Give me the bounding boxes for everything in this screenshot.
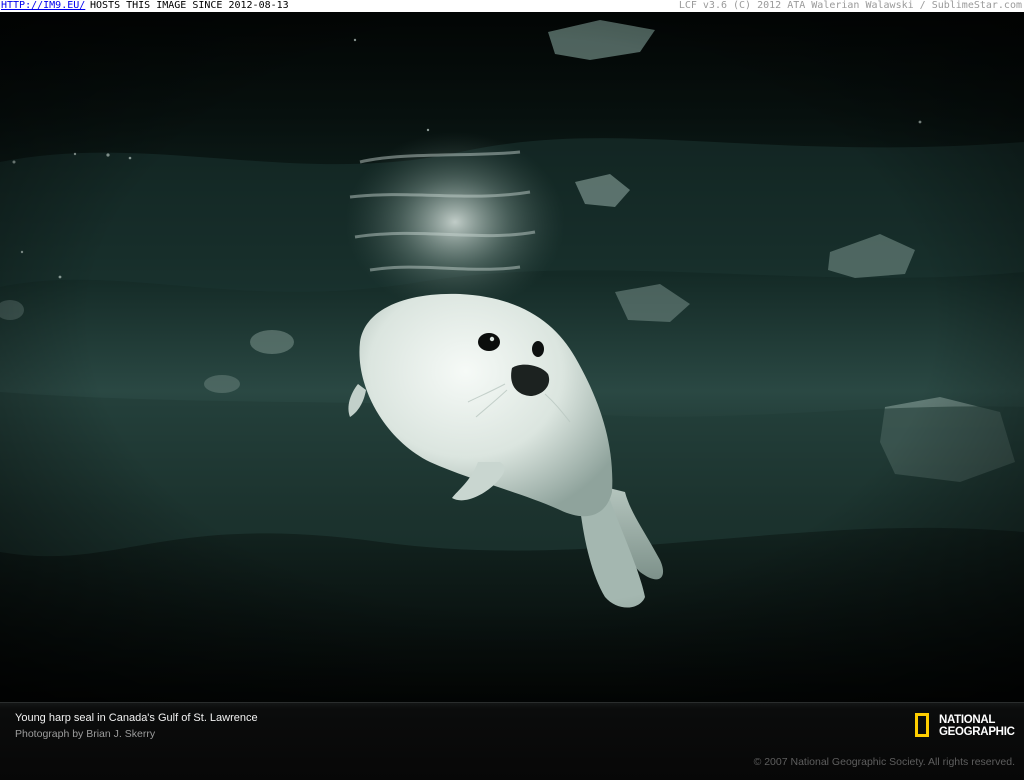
photo-title: Young harp seal in Canada's Gulf of St. … [15,712,258,724]
yellow-frame-icon [915,713,929,737]
software-credit: LCF v3.6 (C) 2012 ATA Walerian Walawski … [678,0,1022,11]
copyright-notice: © 2007 National Geographic Society. All … [753,756,1015,768]
photo-credit: Photograph by Brian J. Skerry [15,728,156,740]
national-geographic-logo: NATIONAL GEOGRAPHIC [914,712,1018,744]
caption-bar: Young harp seal in Canada's Gulf of St. … [0,702,1024,780]
logo-line-geographic: GEOGRAPHIC [939,726,1015,738]
hosting-notice: HOSTS THIS IMAGE SINCE 2012-08-13 [90,0,289,11]
wallpaper-page: HTTP://IM9.EU/ HOSTS THIS IMAGE SINCE 20… [0,0,1024,780]
im9-link[interactable]: HTTP://IM9.EU/ [1,0,85,12]
watermark-bar: HTTP://IM9.EU/ HOSTS THIS IMAGE SINCE 20… [0,0,1024,12]
logo-wordmark: NATIONAL GEOGRAPHIC [939,714,1015,738]
logo-line-national: NATIONAL [939,714,996,726]
photo-vignette [0,12,1024,702]
seal-photograph [0,12,1024,702]
